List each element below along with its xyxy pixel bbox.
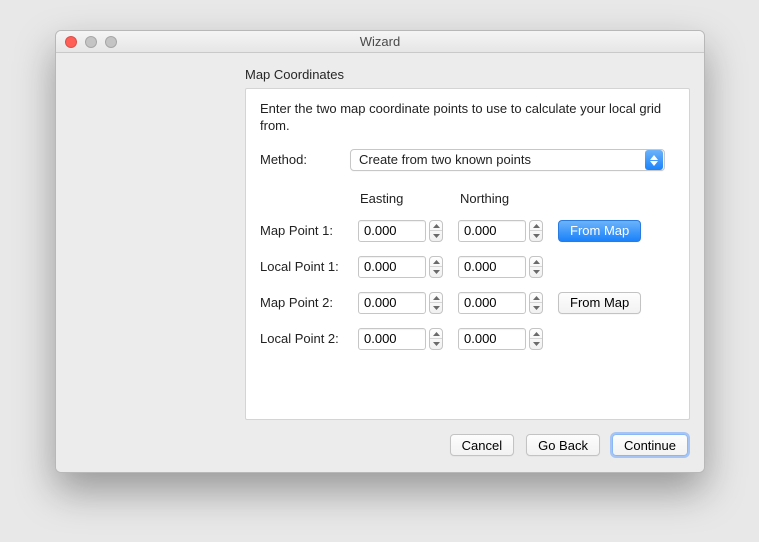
wizard-window: Wizard Map Coordinates Enter the two map… [55, 30, 705, 473]
chevron-up-icon[interactable] [530, 221, 542, 231]
chevron-down-icon[interactable] [430, 266, 442, 277]
traffic-lights [56, 36, 117, 48]
map-point-2-northing [458, 292, 550, 314]
chevron-up-icon[interactable] [530, 293, 542, 303]
local-point-2-easting [358, 328, 450, 350]
cancel-button[interactable]: Cancel [450, 434, 514, 456]
panel: Enter the two map coordinate points to u… [245, 88, 690, 420]
coordinates-grid: Easting Northing Map Point 1: [260, 191, 675, 350]
chevron-up-icon[interactable] [530, 257, 542, 267]
map-point-2-easting-input[interactable] [358, 292, 426, 314]
section-title: Map Coordinates [245, 67, 690, 82]
local-point-2-easting-input[interactable] [358, 328, 426, 350]
chevron-up-down-icon [645, 150, 663, 170]
chevron-up-icon[interactable] [430, 221, 442, 231]
local-point-1-easting [358, 256, 450, 278]
chevron-up-icon[interactable] [530, 329, 542, 339]
local-point-1-northing [458, 256, 550, 278]
local-point-2-northing [458, 328, 550, 350]
minimize-icon [85, 36, 97, 48]
map-point-1-easting-input[interactable] [358, 220, 426, 242]
map-point-2-northing-input[interactable] [458, 292, 526, 314]
chevron-down-icon[interactable] [430, 230, 442, 241]
method-row: Method: Create from two known points [260, 149, 675, 171]
chevron-up-icon[interactable] [430, 329, 442, 339]
map-point-1-northing-input[interactable] [458, 220, 526, 242]
local-point-1-northing-input[interactable] [458, 256, 526, 278]
stepper[interactable] [529, 256, 543, 278]
chevron-up-icon[interactable] [430, 257, 442, 267]
from-map-1-button[interactable]: From Map [558, 220, 641, 242]
column-northing: Northing [458, 191, 550, 206]
continue-button[interactable]: Continue [612, 434, 688, 456]
instructions: Enter the two map coordinate points to u… [260, 101, 675, 135]
stepper[interactable] [529, 292, 543, 314]
chevron-down-icon[interactable] [430, 302, 442, 313]
zoom-icon [105, 36, 117, 48]
stepper[interactable] [429, 328, 443, 350]
stepper[interactable] [429, 220, 443, 242]
map-point-1-northing [458, 220, 550, 242]
local-point-2-label: Local Point 2: [260, 331, 350, 346]
local-point-2-northing-input[interactable] [458, 328, 526, 350]
stepper[interactable] [429, 292, 443, 314]
map-point-2-easting [358, 292, 450, 314]
method-select[interactable]: Create from two known points [350, 149, 665, 171]
stepper[interactable] [529, 328, 543, 350]
column-easting: Easting [358, 191, 450, 206]
method-label: Method: [260, 152, 320, 167]
local-point-1-label: Local Point 1: [260, 259, 350, 274]
chevron-down-icon[interactable] [430, 338, 442, 349]
window-title: Wizard [56, 34, 704, 49]
footer: Cancel Go Back Continue [70, 420, 690, 456]
chevron-up-icon[interactable] [430, 293, 442, 303]
from-map-2-button[interactable]: From Map [558, 292, 641, 314]
map-point-1-easting [358, 220, 450, 242]
chevron-down-icon[interactable] [530, 230, 542, 241]
method-selected-value: Create from two known points [359, 152, 531, 167]
close-icon[interactable] [65, 36, 77, 48]
local-point-1-easting-input[interactable] [358, 256, 426, 278]
go-back-button[interactable]: Go Back [526, 434, 600, 456]
stepper[interactable] [429, 256, 443, 278]
chevron-down-icon[interactable] [530, 266, 542, 277]
chevron-down-icon[interactable] [530, 302, 542, 313]
titlebar: Wizard [56, 31, 704, 53]
map-point-1-label: Map Point 1: [260, 223, 350, 238]
map-point-2-label: Map Point 2: [260, 295, 350, 310]
stepper[interactable] [529, 220, 543, 242]
chevron-down-icon[interactable] [530, 338, 542, 349]
content: Map Coordinates Enter the two map coordi… [56, 53, 704, 472]
